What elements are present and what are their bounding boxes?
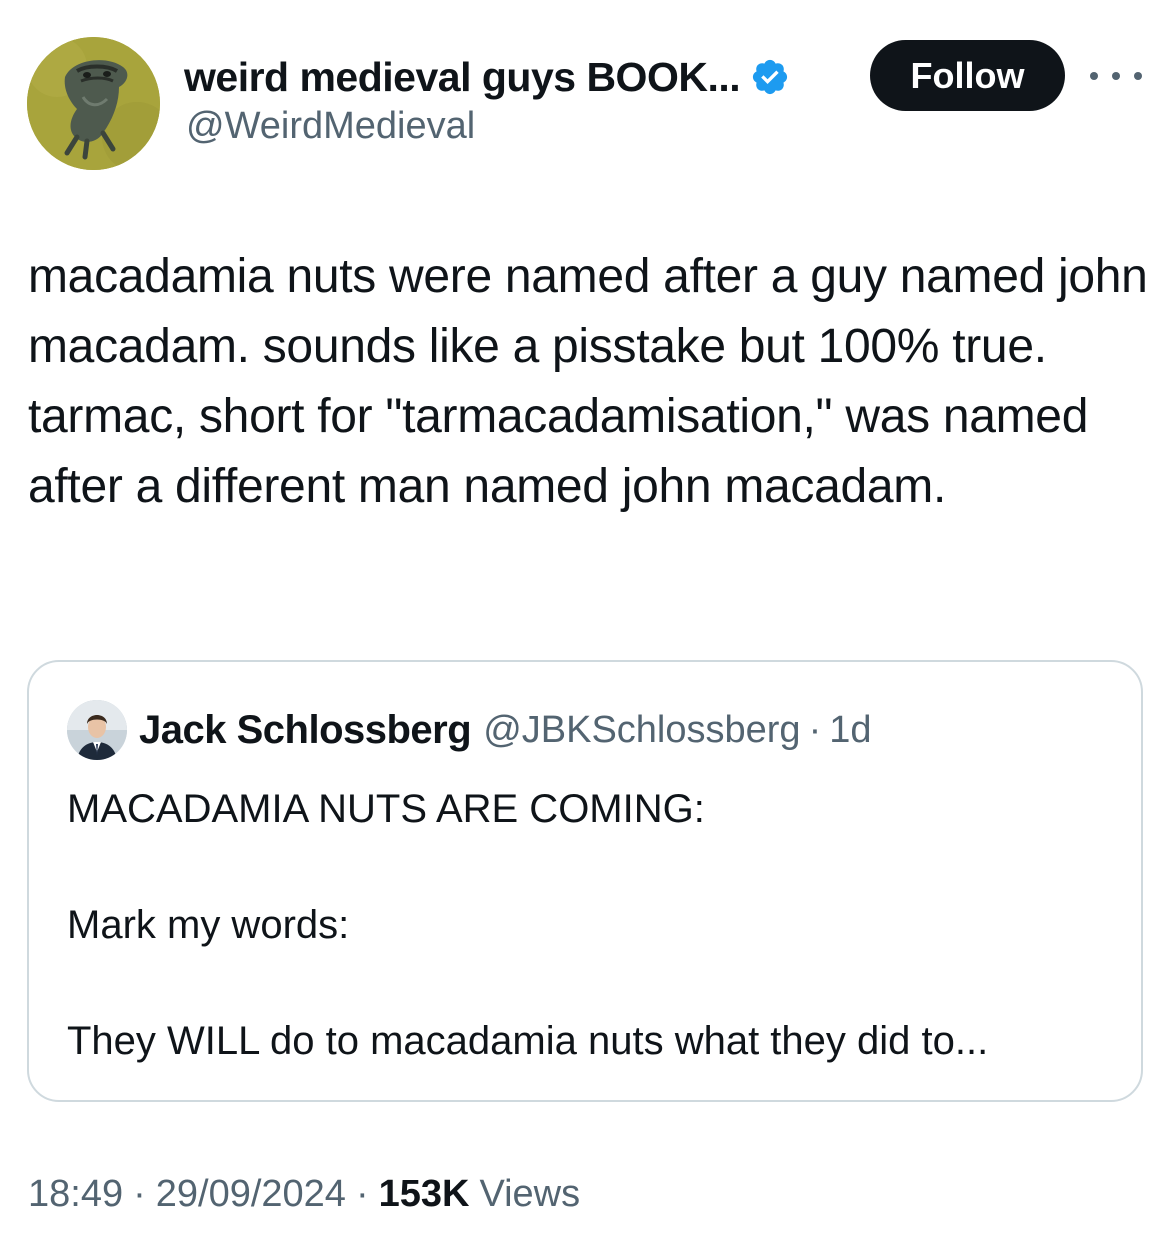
tweet-date[interactable]: 29/09/2024 (156, 1173, 346, 1216)
tweet-meta: 18:49 · 29/09/2024 · 153K Views (28, 1173, 580, 1216)
meta-separator: · (133, 1173, 146, 1215)
quoted-text-line: Mark my words: (67, 903, 350, 947)
verified-badge-icon (753, 59, 788, 95)
quoted-author-avatar (67, 700, 127, 760)
user-avatar-icon (67, 700, 127, 760)
tweet-time[interactable]: 18:49 (28, 1173, 123, 1216)
quoted-text-line: They WILL do to macadamia nuts what they… (67, 1019, 989, 1063)
quoted-tweet-text: MACADAMIA NUTS ARE COMING: Mark my words… (67, 780, 1117, 1070)
quoted-tweet-header: Jack Schlossberg @JBKSchlossberg · 1d (67, 700, 872, 760)
quoted-tweet-card[interactable]: Jack Schlossberg @JBKSchlossberg · 1d MA… (27, 660, 1143, 1102)
author-display-name[interactable]: weird medieval guys BOOK... (184, 54, 741, 101)
more-horizontal-icon-dot (1112, 72, 1120, 80)
follow-button[interactable]: Follow (870, 40, 1065, 111)
quoted-text-line: MACADAMIA NUTS ARE COMING: (67, 787, 705, 831)
quoted-author-handle: @JBKSchlossberg (483, 708, 801, 751)
more-options-button[interactable] (1090, 58, 1142, 94)
tweet-text: macadamia nuts were named after a guy na… (28, 250, 1148, 513)
author-avatar[interactable] (27, 37, 160, 170)
author-name-row: weird medieval guys BOOK... (184, 50, 790, 104)
meta-separator: · (355, 1173, 369, 1215)
more-horizontal-icon (1090, 72, 1098, 80)
more-horizontal-icon-dot (1134, 72, 1142, 80)
views-count[interactable]: 153K (379, 1173, 470, 1216)
views-label: Views (479, 1173, 581, 1215)
quoted-separator: · (808, 708, 822, 751)
author-handle[interactable]: @WeirdMedieval (186, 105, 475, 148)
quoted-timestamp: 1d (829, 708, 872, 751)
medieval-creature-avatar-icon (27, 37, 160, 170)
quoted-author-name: Jack Schlossberg (139, 707, 472, 752)
